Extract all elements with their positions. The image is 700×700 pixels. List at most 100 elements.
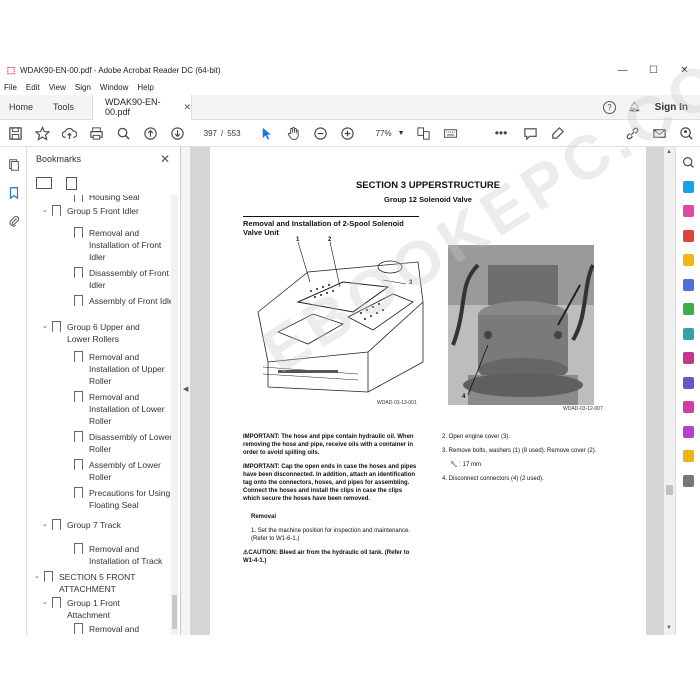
minimize-button[interactable]: —	[607, 65, 638, 76]
bookmark-label: Removal and Installation of Track	[89, 544, 163, 566]
bookmark-item[interactable]: Removal and Installation of Upper Roller	[64, 351, 172, 387]
page-fit-icon[interactable]	[410, 120, 437, 147]
protect-icon[interactable]	[676, 371, 700, 396]
bookmark-ribbon-icon	[74, 351, 83, 362]
select-cursor-icon[interactable]	[253, 120, 280, 147]
find-bookmark-icon[interactable]	[66, 176, 77, 190]
scroll-up-icon[interactable]: ▲	[666, 149, 672, 155]
zoom-search-icon[interactable]	[110, 120, 137, 147]
email-icon[interactable]	[646, 120, 673, 147]
bookmark-ribbon-icon	[52, 519, 61, 530]
bookmark-ribbon-icon	[44, 571, 53, 582]
search-tool-icon[interactable]	[676, 150, 700, 175]
page-thumbnails-icon[interactable]	[0, 151, 27, 179]
menu-file[interactable]: File	[4, 83, 17, 92]
sign-in-button[interactable]: Sign In	[655, 102, 688, 113]
bookmarks-scroll-thumb[interactable]	[172, 595, 177, 629]
comment-tool-icon[interactable]	[676, 248, 700, 273]
menu-view[interactable]: View	[49, 83, 66, 92]
export-pdf-icon[interactable]	[676, 175, 700, 200]
bookmark-item[interactable]: ⌄ Group 5 Front Idler	[42, 205, 157, 217]
bookmark-options-icon[interactable]	[36, 177, 52, 189]
expand-toggle-icon[interactable]: ⌄	[42, 205, 52, 217]
highlight-pen-icon[interactable]	[544, 120, 571, 147]
bookmark-item[interactable]: ⌄ Group 7 Track	[42, 519, 157, 531]
attachments-paperclip-icon[interactable]	[0, 207, 27, 235]
combine-files-icon[interactable]	[676, 273, 700, 298]
bookmark-label: Precautions for Using Floating Seal	[89, 488, 171, 510]
prepare-form-icon[interactable]	[676, 420, 700, 445]
tab-document[interactable]: WDAK90-EN-00.pdf ✕	[92, 94, 192, 120]
scroll-down-icon[interactable]: ▼	[666, 625, 672, 631]
bookmark-label: Removal and	[89, 624, 140, 634]
bookmark-item[interactable]: Assembly of Front Idler	[64, 295, 172, 307]
bookmark-item[interactable]: Precautions for Using Floating Seal	[64, 487, 172, 511]
bookmarks-panel-icon[interactable]	[0, 179, 27, 207]
zoom-dropdown[interactable]: 77% ▼	[366, 129, 405, 138]
bookmarks-scrollbar[interactable]	[171, 195, 178, 635]
bookmark-item[interactable]: Removal and Installation of Lower Roller	[64, 391, 172, 427]
share-link-icon[interactable]	[619, 120, 646, 147]
expand-toggle-icon[interactable]: ⌄	[42, 597, 52, 621]
edit-pdf-icon[interactable]	[676, 199, 700, 224]
print-icon[interactable]	[83, 120, 110, 147]
menu-window[interactable]: Window	[100, 83, 128, 92]
expand-toggle-icon[interactable]: ⌄	[34, 571, 44, 595]
more-tools-settings-icon[interactable]	[676, 469, 700, 494]
document-scrollbar[interactable]: ▲ ▼	[664, 147, 675, 635]
bookmark-item[interactable]: Disassembly of Front Idler	[64, 267, 172, 291]
bookmark-item[interactable]: Removal and Installation of Front Idler	[64, 227, 172, 263]
notification-bell-icon[interactable]: 🔔︎	[628, 102, 641, 113]
menu-help[interactable]: Help	[137, 83, 153, 92]
bookmark-ribbon-icon	[74, 391, 83, 402]
bookmark-item[interactable]: Housing Seal	[64, 195, 172, 203]
bookmark-star-icon[interactable]	[29, 120, 56, 147]
menu-bar: File Edit View Sign Window Help	[0, 80, 700, 95]
bookmark-item[interactable]: ⌄ Group 6 Upper and Lower Rollers	[42, 321, 157, 345]
close-window-button[interactable]: ✕	[669, 65, 700, 76]
panel-splitter[interactable]: ◀	[181, 147, 190, 635]
menu-edit[interactable]: Edit	[26, 83, 40, 92]
hand-tool-icon[interactable]	[280, 120, 307, 147]
bookmark-ribbon-icon	[74, 431, 83, 442]
bookmark-item[interactable]: ⌄ Group 1 Front Attachment	[42, 597, 157, 621]
send-for-review-icon[interactable]	[676, 444, 700, 469]
menu-sign[interactable]: Sign	[75, 83, 91, 92]
fill-sign-icon[interactable]	[676, 346, 700, 371]
bookmark-ribbon-icon	[74, 487, 83, 498]
expand-toggle-icon[interactable]: ⌄	[42, 321, 52, 345]
document-scroll-thumb[interactable]	[666, 485, 673, 495]
zoom-in-icon[interactable]	[334, 120, 361, 147]
scan-ocr-icon[interactable]	[676, 322, 700, 347]
maximize-button[interactable]: ☐	[638, 65, 669, 76]
account-search-icon[interactable]	[673, 120, 700, 147]
bookmark-item[interactable]: Removal and	[64, 623, 172, 635]
page-number-input[interactable]: 397	[195, 129, 217, 138]
tab-home[interactable]: Home	[0, 102, 46, 112]
save-icon[interactable]	[2, 120, 29, 147]
document-viewport[interactable]: SECTION 3 UPPERSTRUCTURE Group 12 Soleno…	[190, 16, 700, 635]
section-title: SECTION 3 UPPERSTRUCTURE	[355, 180, 501, 191]
close-panel-icon[interactable]: ✕	[160, 152, 170, 166]
request-signature-icon[interactable]	[676, 395, 700, 420]
cloud-upload-icon[interactable]	[56, 120, 83, 147]
organize-pages-icon[interactable]	[676, 297, 700, 322]
tab-tools[interactable]: Tools	[46, 102, 92, 112]
previous-page-icon[interactable]	[137, 120, 164, 147]
close-tab-icon[interactable]: ✕	[183, 102, 191, 113]
more-tools-icon[interactable]: •••	[488, 120, 515, 147]
bookmark-item[interactable]: Assembly of Lower Roller	[64, 459, 172, 483]
help-icon[interactable]: ?	[602, 100, 616, 114]
collapse-arrow-icon[interactable]: ◀	[183, 385, 188, 393]
zoom-out-icon[interactable]	[307, 120, 334, 147]
bookmark-item[interactable]: ⌄ SECTION 5 FRONT ATTACHMENT	[34, 571, 139, 595]
next-page-icon[interactable]	[164, 120, 191, 147]
create-pdf-icon[interactable]	[676, 224, 700, 249]
bookmark-item[interactable]: Disassembly of Lower Roller	[64, 431, 172, 455]
comment-icon[interactable]	[517, 120, 544, 147]
keyboard-icon[interactable]	[437, 120, 464, 147]
expand-toggle-icon[interactable]: ⌄	[42, 519, 52, 531]
bookmark-item[interactable]: Removal and Installation of Track	[64, 543, 172, 567]
